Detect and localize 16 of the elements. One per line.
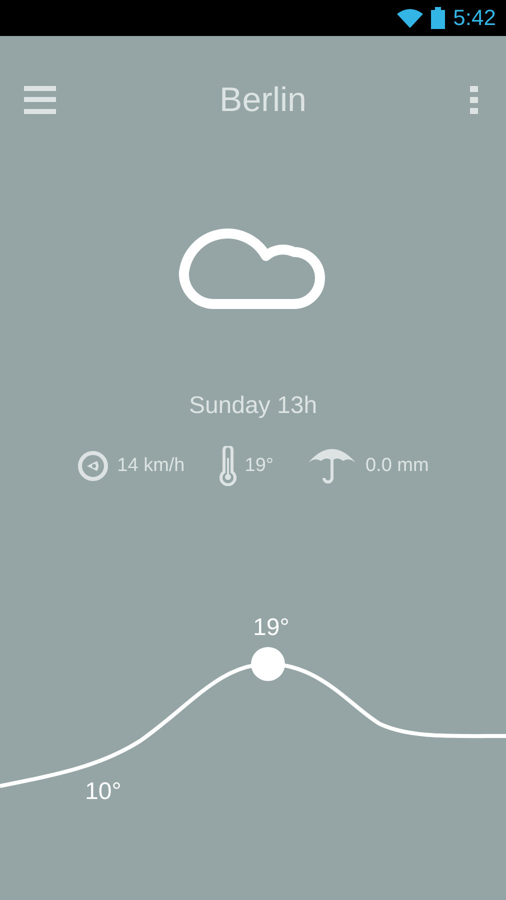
battery-icon — [431, 7, 446, 29]
high-temperature-label: 19° — [253, 614, 290, 642]
detail-value: 19° — [244, 455, 274, 477]
more-options-button[interactable] — [470, 86, 478, 114]
menu-button[interactable] — [24, 86, 56, 114]
clock-time: 5:42 — [453, 5, 496, 31]
detail-value: 14 km/h — [117, 455, 185, 477]
wifi-icon — [397, 8, 424, 28]
forecast-time: Sunday 13h — [188, 392, 318, 420]
thermometer-icon — [218, 446, 237, 486]
selected-point[interactable] — [251, 647, 285, 681]
detail-value: 0.0 mm — [365, 455, 429, 477]
compass-icon — [77, 450, 110, 482]
city-title: Berlin — [220, 80, 306, 120]
low-temperature-label: 10° — [85, 778, 122, 806]
umbrella-icon — [307, 447, 358, 485]
